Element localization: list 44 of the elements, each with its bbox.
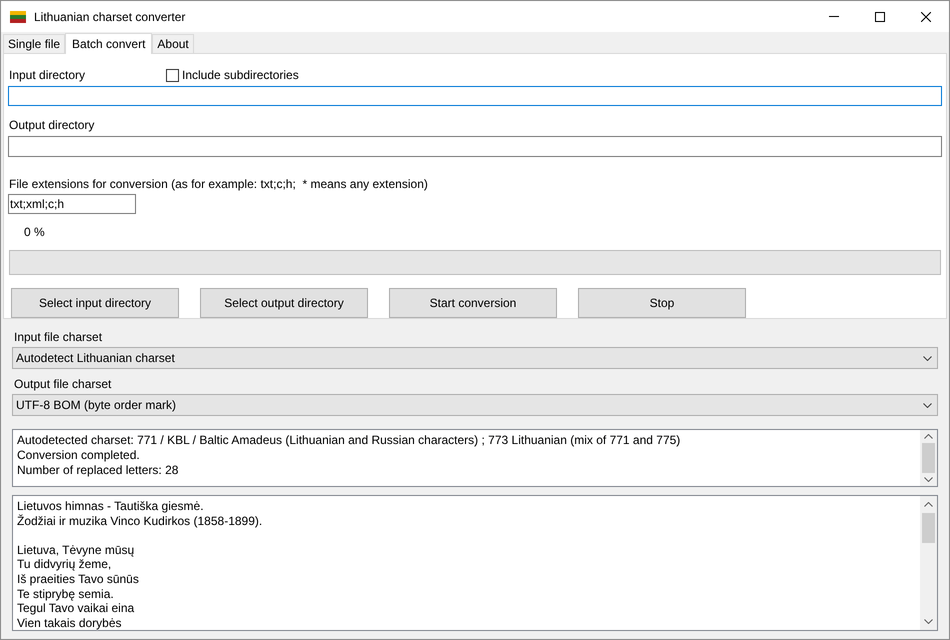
text-line: Lietuvos himnas - Tautiška giesmė. bbox=[17, 499, 205, 514]
extensions-field[interactable]: txt;xml;c;h bbox=[8, 194, 136, 214]
input-directory-field[interactable] bbox=[8, 86, 942, 106]
chevron-down-icon bbox=[923, 356, 932, 360]
window-title: Lithuanian charset converter bbox=[34, 8, 186, 26]
scroll-thumb[interactable] bbox=[922, 513, 935, 543]
minimize-icon bbox=[829, 16, 839, 17]
scrollbar[interactable] bbox=[920, 430, 937, 486]
tab[interactable]: About bbox=[152, 34, 194, 53]
field-label: Input file charset bbox=[13, 329, 104, 346]
field-label: Output directory bbox=[8, 117, 96, 134]
scroll-thumb[interactable] bbox=[922, 443, 935, 473]
text-line: Vien takais dorybės bbox=[17, 616, 123, 630]
close-icon bbox=[921, 12, 931, 22]
output-directory-field[interactable] bbox=[8, 136, 942, 157]
action-button[interactable]: Start conversion bbox=[389, 288, 557, 318]
action-button[interactable]: Stop bbox=[578, 288, 746, 318]
action-button[interactable]: Select output directory bbox=[200, 288, 368, 318]
text-line: Tegul Tavo vaikai eina bbox=[17, 601, 136, 616]
text-line: Lietuva, Tėvyne mūsų bbox=[17, 542, 136, 558]
field-label: Output file charset bbox=[13, 376, 112, 393]
checkbox[interactable] bbox=[166, 68, 179, 82]
text-line: Tu didvyrių žeme, bbox=[17, 557, 112, 572]
preview-textarea[interactable] bbox=[12, 495, 938, 631]
log-textarea[interactable]: Autodetected charset: 771 / KBL / Baltic Amadeus (Lithuanian and Russian characters) ; 773 Lithuanian (mix of 771 and 775) Conversion completed. Number of replaced letters: 28 bbox=[12, 429, 938, 487]
scrollbar[interactable] bbox=[920, 496, 937, 630]
maximize-icon bbox=[875, 12, 885, 22]
log-line: Conversion completed. bbox=[17, 448, 141, 463]
action-button[interactable]: Select input directory bbox=[11, 288, 179, 318]
checkbox-label: Include subdirectories bbox=[182, 67, 299, 84]
chevron-down-icon bbox=[923, 402, 932, 408]
tab[interactable]: Batch convert bbox=[65, 33, 152, 54]
text-line: Žodžiai ir muzika Vinco Kudirkos (1858-1899). bbox=[17, 514, 264, 528]
flag-icon bbox=[10, 10, 26, 22]
tab[interactable]: Single file bbox=[3, 34, 66, 53]
log-line: Autodetected charset: 771 / KBL / Baltic Amadeus (Lithuanian and Russian characters) ; 773 Lithuanian (mix of 771 and 775) bbox=[17, 433, 682, 448]
charset-dropdown[interactable]: Autodetect Lithuanian charset bbox=[12, 347, 938, 369]
field-label: Input directory bbox=[8, 67, 86, 84]
text-line: Te stiprybę semia. bbox=[17, 586, 115, 602]
charset-dropdown[interactable]: UTF-8 BOM (byte order mark) bbox=[12, 394, 938, 416]
progress-reading: 0 % bbox=[23, 224, 46, 242]
log-line: Number of replaced letters: 28 bbox=[17, 463, 180, 478]
text-line: Iš praeities Tavo sūnūs bbox=[17, 572, 140, 587]
field-label: File extensions for conversion (as for example: txt;c;h; * means any extension) bbox=[8, 176, 429, 193]
